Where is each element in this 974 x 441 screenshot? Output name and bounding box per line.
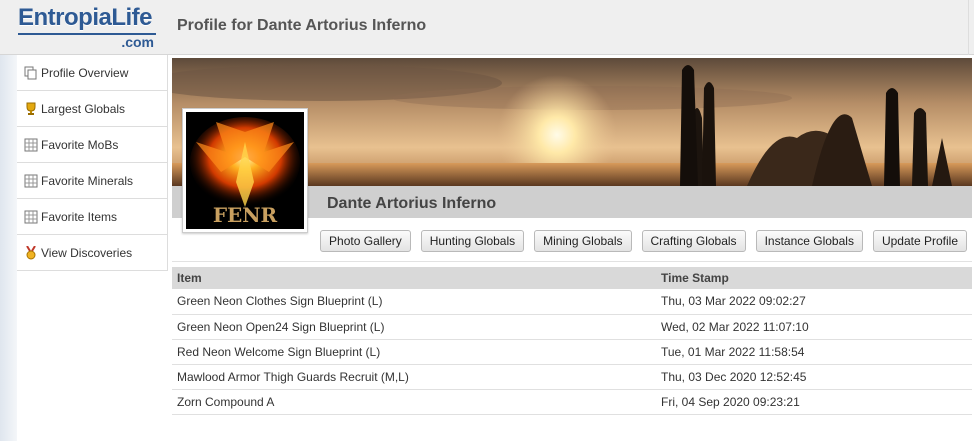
- logo-main-text: EntropiaLife: [18, 4, 153, 31]
- cell-item: Mawlood Armor Thigh Guards Recruit (M,L): [172, 364, 656, 390]
- left-gradient-strip: [0, 55, 17, 441]
- column-header-item[interactable]: Item: [172, 267, 656, 289]
- sidebar-item-profile-overview[interactable]: Profile Overview: [17, 55, 167, 91]
- crafting-globals-button[interactable]: Crafting Globals: [641, 230, 746, 252]
- table-row: Green Neon Clothes Sign Blueprint (L) Th…: [172, 289, 972, 315]
- table-row: Green Neon Open24 Sign Blueprint (L) Wed…: [172, 314, 972, 340]
- profile-name: Dante Artorius Inferno: [327, 195, 497, 212]
- table-row: Zorn Compound A Fri, 04 Sep 2020 09:23:2…: [172, 389, 972, 415]
- page-title: Profile for Dante Artorius Inferno: [177, 17, 427, 34]
- cell-timestamp: Thu, 03 Mar 2022 09:02:27: [656, 289, 972, 315]
- cell-item: Red Neon Welcome Sign Blueprint (L): [172, 339, 656, 365]
- globals-table: Item Time Stamp Green Neon Clothes Sign …: [172, 267, 972, 415]
- table-row: Red Neon Welcome Sign Blueprint (L) Tue,…: [172, 339, 972, 365]
- cell-timestamp: Wed, 02 Mar 2022 11:07:10: [656, 314, 972, 340]
- sidebar-item-label: Largest Globals: [41, 101, 126, 116]
- avatar-caption: FENR: [213, 203, 278, 227]
- mining-globals-button[interactable]: Mining Globals: [534, 230, 632, 252]
- sidebar-item-label: Favorite MoBs: [41, 137, 119, 152]
- main-content: Dante Artorius Inferno FENR Photo Galler…: [172, 58, 972, 441]
- photo-gallery-button[interactable]: Photo Gallery: [320, 230, 411, 252]
- sidebar-item-label: Favorite Items: [41, 209, 118, 224]
- sidebar-item-label: Favorite Minerals: [41, 173, 134, 188]
- cell-timestamp: Fri, 04 Sep 2020 09:23:21: [656, 389, 972, 415]
- table-row: Mawlood Armor Thigh Guards Recruit (M,L)…: [172, 364, 972, 390]
- avatar-image: FENR: [186, 112, 304, 229]
- header-divider: [968, 0, 969, 55]
- profile-actions: Photo Gallery Hunting Globals Mining Glo…: [320, 230, 967, 252]
- cell-item: Green Neon Clothes Sign Blueprint (L): [172, 289, 656, 315]
- sidebar-item-largest-globals[interactable]: Largest Globals: [17, 91, 167, 127]
- sidebar-item-label: View Discoveries: [41, 245, 133, 260]
- column-header-timestamp[interactable]: Time Stamp: [656, 267, 972, 289]
- medal-icon: [23, 245, 39, 261]
- cell-item: Zorn Compound A: [172, 389, 656, 415]
- trophy-icon: [23, 101, 39, 117]
- instance-globals-button[interactable]: Instance Globals: [755, 230, 863, 252]
- site-logo[interactable]: EntropiaLife .com: [18, 4, 160, 52]
- grid-icon: [23, 137, 39, 153]
- logo-sub-text: .com: [121, 34, 154, 50]
- divider: [172, 261, 972, 262]
- cell-timestamp: Tue, 01 Mar 2022 11:58:54: [656, 339, 972, 365]
- cell-timestamp: Thu, 03 Dec 2020 12:52:45: [656, 364, 972, 390]
- sidebar-item-label: Profile Overview: [41, 65, 129, 80]
- sidebar-nav: Profile Overview Largest Globals Favorit…: [17, 55, 168, 271]
- avatar: FENR: [182, 108, 308, 233]
- table-header-row: Item Time Stamp: [172, 267, 972, 289]
- sidebar-item-favorite-mobs[interactable]: Favorite MoBs: [17, 127, 167, 163]
- site-header: EntropiaLife .com Profile for Dante Arto…: [0, 0, 974, 55]
- grid-icon: [23, 209, 39, 225]
- cell-item: Green Neon Open24 Sign Blueprint (L): [172, 314, 656, 340]
- sidebar-item-view-discoveries[interactable]: View Discoveries: [17, 235, 167, 271]
- grid-icon: [23, 173, 39, 189]
- sidebar-item-favorite-items[interactable]: Favorite Items: [17, 199, 167, 235]
- hunting-globals-button[interactable]: Hunting Globals: [420, 230, 525, 252]
- sidebar-item-favorite-minerals[interactable]: Favorite Minerals: [17, 163, 167, 199]
- pages-icon: [23, 65, 39, 81]
- update-profile-button[interactable]: Update Profile: [872, 230, 967, 252]
